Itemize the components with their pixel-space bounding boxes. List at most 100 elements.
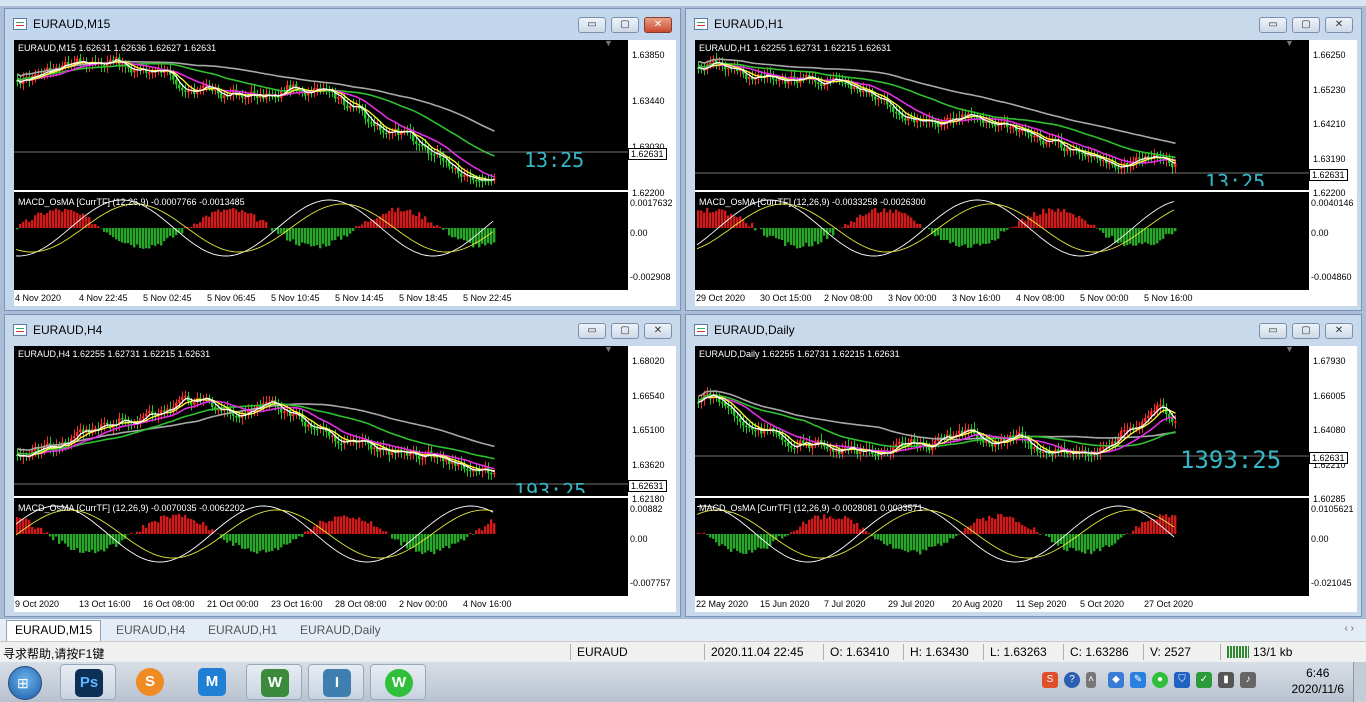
macd-histogram-bar (319, 228, 322, 249)
chart-area-h4[interactable]: EURAUD,H4 1.62255 1.62731 1.62215 1.6263… (14, 344, 628, 596)
minimize-button[interactable]: ▭ (1259, 323, 1287, 339)
tray-cube-icon[interactable]: ◆ (1108, 672, 1124, 688)
title-bar[interactable]: EURAUD,M15 ▭ ▢ ✕ (5, 9, 680, 39)
taskbar-app-wechat[interactable]: W (370, 664, 426, 700)
candle (415, 141, 418, 144)
candle (220, 93, 223, 99)
time-axis: 22 May 2020 15 Jun 2020 7 Jul 2020 29 Jul 2… (695, 596, 1357, 612)
macd-histogram-bar (1036, 215, 1039, 228)
chart-window-h4[interactable]: EURAUD,H4 ▭ ▢ ✕ EURAUD,H4 1.62255 1.62731 1.… (4, 314, 681, 617)
shift-marker-icon[interactable]: ▼ (604, 344, 613, 354)
chart-area-daily[interactable]: EURAUD,Daily 1.62255 1.62731 1.62215 1.6… (695, 344, 1309, 596)
macd-histogram-bar (955, 228, 958, 246)
tab-euraud-m15[interactable]: EURAUD,M15 (6, 620, 102, 641)
macd-histogram-bar (247, 534, 250, 549)
taskbar-clock[interactable]: 6:46 2020/11/6 (1292, 665, 1345, 697)
tray-wechat-icon[interactable]: ● (1152, 672, 1168, 688)
browser-icon: S (136, 668, 164, 696)
candle (775, 79, 778, 81)
minimize-button[interactable]: ▭ (1259, 17, 1287, 33)
macd-histogram-bar (778, 534, 781, 537)
macd-histogram-bar (844, 223, 847, 228)
title-bar[interactable]: EURAUD,H1 ▭ ▢ ✕ (686, 9, 1361, 39)
show-desktop-button[interactable] (1353, 662, 1366, 702)
chart-window-h1[interactable]: EURAUD,H1 ▭ ▢ ✕ EURAUD,H1 1.62255 1.62731 1.… (685, 8, 1362, 311)
chart-area-m15[interactable]: EURAUD,M15 1.62631 1.62636 1.62627 1.626… (14, 38, 628, 290)
candle (367, 118, 370, 123)
macd-histogram-bar (331, 520, 334, 534)
macd-histogram-bar (976, 518, 979, 534)
macd-histogram-bar (154, 521, 157, 534)
chart-window-daily[interactable]: EURAUD,Daily ▭ ▢ ✕ EURAUD,Daily 1.62255 1.62… (685, 314, 1362, 617)
close-button[interactable]: ✕ (1325, 17, 1353, 33)
taskbar-app-browser[interactable]: S (122, 664, 178, 700)
macd-histogram-bar (70, 209, 73, 228)
macd-histogram-bar (202, 522, 205, 534)
candle (778, 79, 781, 81)
title-bar[interactable]: EURAUD,Daily ▭ ▢ ✕ (686, 315, 1361, 345)
taskbar-app-metatrader[interactable]: M (184, 664, 240, 700)
macd-histogram-bar (805, 228, 808, 243)
macd-histogram-bar (838, 518, 841, 534)
tray-help-icon[interactable]: ? (1064, 672, 1080, 688)
macd-tick: 0.00 (630, 228, 648, 238)
restore-button[interactable]: ▢ (1292, 17, 1320, 33)
candle (34, 74, 37, 76)
tray-shield-icon[interactable]: ⛉ (1174, 672, 1190, 688)
minimize-button[interactable]: ▭ (578, 323, 606, 339)
start-button[interactable]: ⊞ (8, 666, 42, 700)
macd-histogram-bar (448, 228, 451, 236)
macd-histogram-bar (277, 534, 280, 551)
candle (418, 455, 421, 460)
macd-histogram-bar (376, 527, 379, 534)
minimize-button[interactable]: ▭ (578, 17, 606, 33)
close-button[interactable]: ✕ (644, 323, 672, 339)
macd-tick: -0.021045 (1311, 578, 1352, 588)
tab-euraud-h4[interactable]: EURAUD,H4 (108, 622, 193, 638)
macd-histogram-bar (259, 220, 262, 228)
restore-button[interactable]: ▢ (1292, 323, 1320, 339)
macd-histogram-bar (97, 534, 100, 552)
tray-network-icon[interactable]: ▮ (1218, 672, 1234, 688)
macd-histogram-bar (352, 517, 355, 534)
tray-pencil-icon[interactable]: ✎ (1130, 672, 1146, 688)
title-bar[interactable]: EURAUD,H4 ▭ ▢ ✕ (5, 315, 680, 345)
macd-histogram-bar (64, 208, 67, 228)
macd-tick: 0.0040146 (1311, 198, 1354, 208)
macd-histogram-bar (895, 209, 898, 228)
tab-euraud-daily[interactable]: EURAUD,Daily (292, 622, 389, 638)
shift-marker-icon[interactable]: ▼ (1285, 344, 1294, 354)
candle (1099, 158, 1102, 161)
tray-volume-icon[interactable]: ♪ (1240, 672, 1256, 688)
tray-antivirus-icon[interactable]: S (1042, 672, 1058, 688)
restore-button[interactable]: ▢ (611, 17, 639, 33)
bar-countdown-timer: 13:25 (524, 148, 585, 172)
macd-histogram-bar (862, 216, 865, 228)
macd-histogram-bar (40, 527, 43, 534)
macd-histogram-bar (829, 228, 832, 233)
close-button[interactable]: ✕ (644, 17, 672, 33)
macd-histogram-bar (1150, 228, 1153, 246)
tray-expand-icon[interactable]: ˄ (1086, 672, 1096, 688)
macd-tick: -0.002908 (630, 272, 671, 282)
macd-histogram-bar (232, 208, 235, 228)
macd-histogram-bar (190, 226, 193, 228)
candle (328, 431, 331, 436)
taskbar-app-document[interactable]: W (246, 664, 302, 700)
chart-area-h1[interactable]: EURAUD,H1 1.62255 1.62731 1.62215 1.6263… (695, 38, 1309, 290)
close-button[interactable]: ✕ (1325, 323, 1353, 339)
macd-histogram-bar (709, 534, 712, 538)
restore-button[interactable]: ▢ (611, 323, 639, 339)
tray-check-icon[interactable]: ✓ (1196, 672, 1212, 688)
shift-marker-icon[interactable]: ▼ (604, 38, 613, 48)
tab-euraud-h1[interactable]: EURAUD,H1 (200, 622, 285, 638)
taskbar-app-photoshop[interactable]: Ps (60, 664, 116, 700)
chart-window-m15[interactable]: EURAUD,M15 ▭ ▢ ✕ EURAUD,M15 1.62631 1.62636 … (4, 8, 681, 311)
macd-histogram-bar (268, 534, 271, 552)
macd-histogram-bar (964, 228, 967, 245)
macd-histogram-bar (271, 534, 274, 551)
taskbar-app-image-viewer[interactable]: I (308, 664, 364, 700)
macd-histogram-bar (304, 531, 307, 534)
tab-scroll-arrows[interactable]: ‹ › (1345, 623, 1354, 634)
shift-marker-icon[interactable]: ▼ (1285, 38, 1294, 48)
